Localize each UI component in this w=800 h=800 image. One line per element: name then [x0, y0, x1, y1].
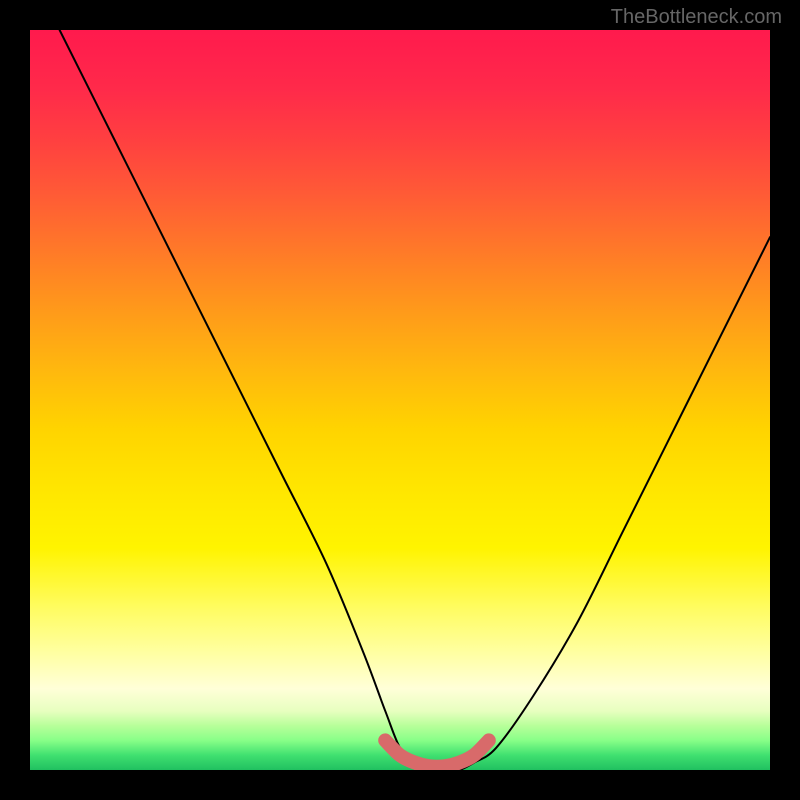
sweet-spot-highlight	[385, 740, 489, 766]
watermark-text: TheBottleneck.com	[611, 6, 782, 29]
plot-gradient-background	[30, 30, 770, 770]
bottleneck-curve-line	[60, 30, 770, 770]
chart-svg	[30, 30, 770, 770]
